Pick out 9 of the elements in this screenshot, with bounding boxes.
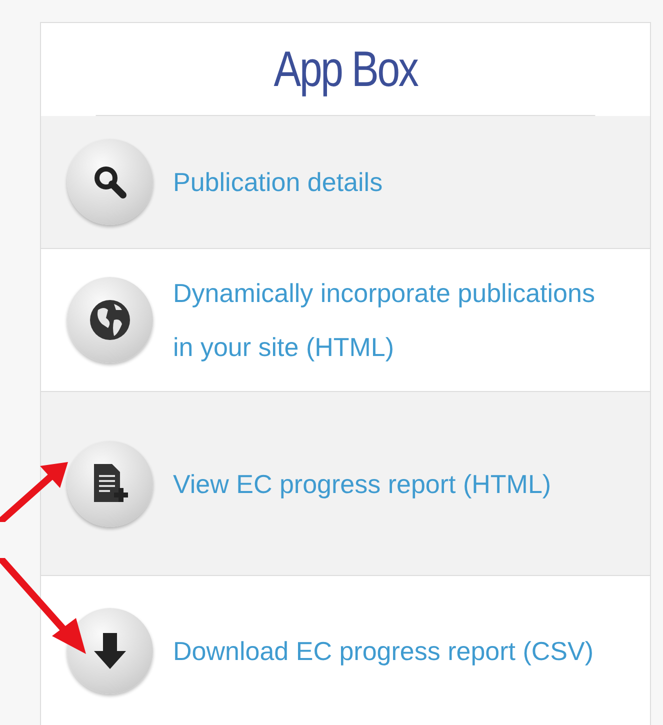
app-row[interactable]: View EC progress report (HTML) [41,392,650,576]
search-icon [92,164,128,200]
app-link[interactable]: Download EC progress report (CSV) [173,624,594,678]
app-link[interactable]: View EC progress report (HTML) [173,456,552,510]
down-arrow-icon [92,630,128,670]
app-link[interactable]: Publication details [173,155,383,209]
globe-icon [88,298,132,342]
app-link[interactable]: Dynamically incorporate publications in your site (HTML) [173,266,603,374]
app-row[interactable]: Publication details [41,116,650,249]
